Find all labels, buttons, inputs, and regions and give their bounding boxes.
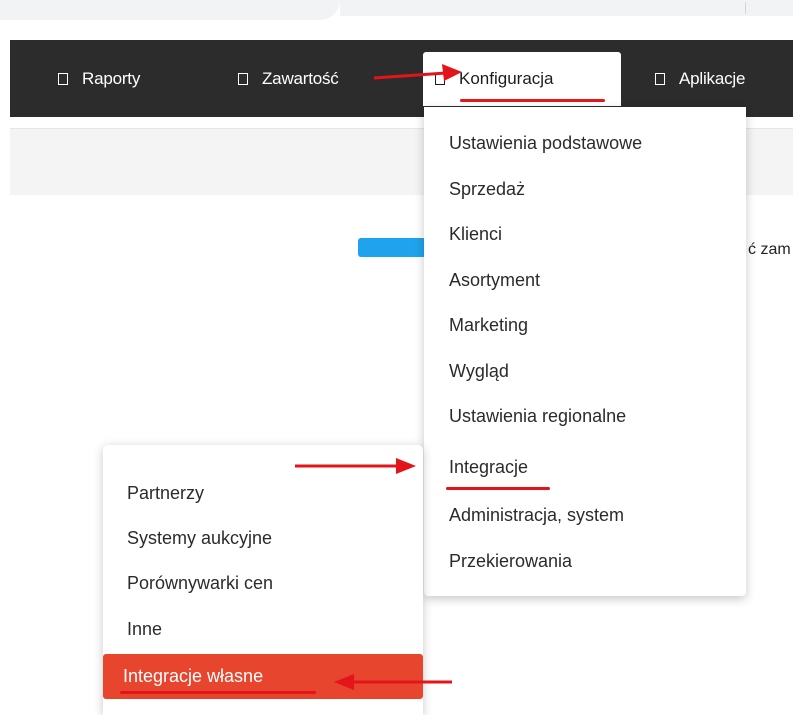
browser-separator <box>745 2 746 14</box>
nav-item-label: Aplikacje <box>679 68 746 88</box>
nav-item-label: Raporty <box>82 68 141 88</box>
menu-item-ustawienia-podstawowe[interactable]: Ustawienia podstawowe <box>449 133 642 154</box>
nav-item-raporty[interactable]: Raporty <box>58 40 140 117</box>
submenu-item-label: Integracje własne <box>123 666 264 686</box>
underline-integracje <box>446 487 550 490</box>
square-icon <box>58 72 68 85</box>
main-navbar: Raporty Zawartość Aplikacje <box>10 40 793 117</box>
menu-item-wyglad[interactable]: Wygląd <box>449 361 509 382</box>
partial-page-text: ć zam <box>748 241 791 258</box>
underline-konfiguracja <box>460 99 605 102</box>
square-icon <box>655 72 665 85</box>
nav-item-konfiguracja[interactable]: Konfiguracja <box>423 52 621 106</box>
submenu-item-porownywarki-cen[interactable]: Porównywarki cen <box>127 573 273 594</box>
nav-item-label: Zawartość <box>262 68 339 88</box>
underline-integracje-wlasne <box>120 691 316 694</box>
blue-action-button[interactable] <box>358 238 426 257</box>
nav-item-aplikacje[interactable]: Aplikacje <box>655 40 745 117</box>
menu-item-przekierowania[interactable]: Przekierowania <box>449 551 572 572</box>
menu-item-marketing[interactable]: Marketing <box>449 315 528 336</box>
submenu-item-inne[interactable]: Inne <box>127 619 162 640</box>
nav-item-label: Konfiguracja <box>459 69 554 88</box>
menu-item-administracja-system[interactable]: Administracja, system <box>449 505 624 526</box>
browser-bar <box>340 0 793 16</box>
square-icon <box>435 73 445 85</box>
submenu-item-systemy-aukcyjne[interactable]: Systemy aukcyjne <box>127 528 272 549</box>
menu-item-klienci[interactable]: Klienci <box>449 224 502 245</box>
square-icon <box>238 72 248 85</box>
konfiguracja-dropdown: Ustawienia podstawowe Sprzedaż Klienci A… <box>424 107 746 596</box>
menu-item-integracje[interactable]: Integracje <box>449 457 528 478</box>
menu-item-asortyment[interactable]: Asortyment <box>449 270 540 291</box>
menu-item-sprzedaz[interactable]: Sprzedaż <box>449 179 525 200</box>
browser-tab-edge <box>0 0 340 20</box>
integracje-submenu: Partnerzy Systemy aukcyjne Porównywarki … <box>103 445 423 715</box>
submenu-item-partnerzy[interactable]: Partnerzy <box>127 483 204 504</box>
nav-item-zawartosc[interactable]: Zawartość <box>238 40 339 117</box>
menu-item-ustawienia-regionalne[interactable]: Ustawienia regionalne <box>449 406 626 427</box>
